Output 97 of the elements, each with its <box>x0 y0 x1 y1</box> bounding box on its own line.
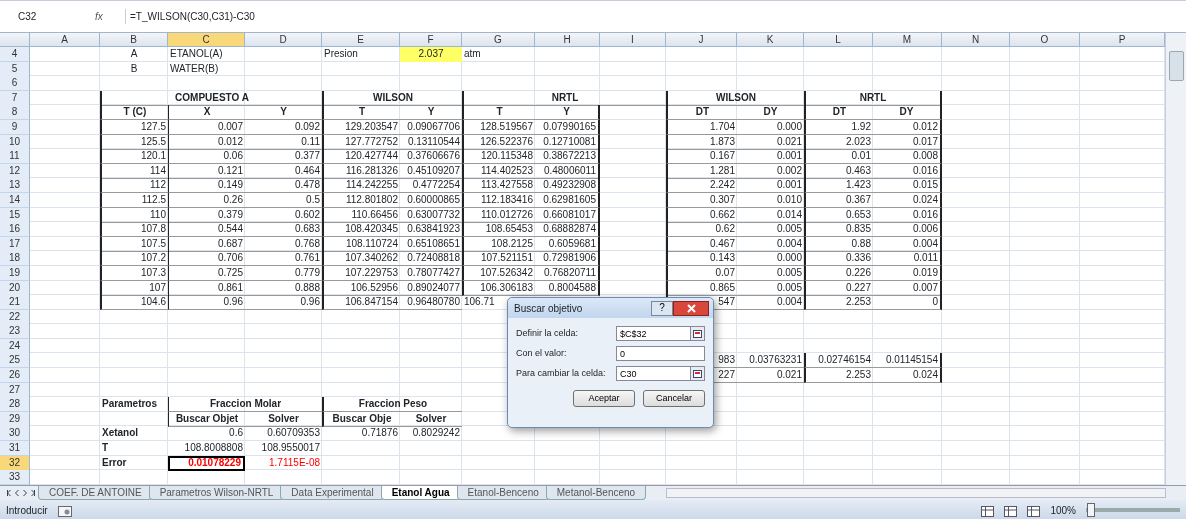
input-field[interactable]: 0 <box>616 346 705 361</box>
table-cell: 0.379 <box>168 207 245 223</box>
table-cell-text: 108.9550017 <box>260 441 321 456</box>
table-cell: 106.71 <box>464 296 495 308</box>
table-cell-text: 1.7115E-08 <box>268 455 321 470</box>
table-cell: 0.09067706 <box>400 119 462 135</box>
ok-button[interactable]: Aceptar <box>573 390 635 407</box>
row-header[interactable]: 28 <box>0 397 30 413</box>
table-cell: 0.687 <box>168 236 245 252</box>
table-cell: 0.092 <box>245 119 322 135</box>
horizontal-scrollbar[interactable] <box>666 487 1166 498</box>
row-header[interactable]: 11 <box>0 149 30 165</box>
table-cell-text: WATER(B) <box>169 61 220 76</box>
cell-cursor[interactable]: 0.01078229 <box>168 455 245 471</box>
table-cell: 0.45109207 <box>400 163 462 179</box>
table-cell-text: Presion <box>323 47 359 61</box>
table-cell-text: 0.60709353 <box>266 426 321 441</box>
field-label: Definir la celda: <box>516 326 580 340</box>
table-cell-text: 0.8029242 <box>411 426 461 441</box>
input-field[interactable]: $C$32 <box>616 326 691 341</box>
table-cell: 0.000 <box>737 119 804 135</box>
formula-field[interactable]: =T_WILSON(C30,C31)-C30 <box>125 9 1186 24</box>
table-cell: 0.5 <box>245 192 322 208</box>
row-header[interactable]: 8 <box>0 105 30 121</box>
status-mode: Introducir <box>6 503 48 518</box>
column-header[interactable]: C <box>168 33 245 47</box>
table-cell-text: T <box>101 441 110 456</box>
table-cell: 0.26 <box>168 192 245 208</box>
table-cell: 0.002 <box>737 163 804 179</box>
table-cell: 0.014 <box>737 207 804 223</box>
row-header[interactable]: 23 <box>0 324 30 340</box>
help-button[interactable]: ? <box>651 300 673 316</box>
range-picker-button[interactable] <box>691 366 705 381</box>
cancel-button[interactable]: Cancelar <box>643 390 705 407</box>
zoom-slider-thumb[interactable] <box>1086 503 1095 518</box>
table-cell-text: Xetanol <box>101 426 140 441</box>
next-sheet-icon[interactable] <box>30 488 36 497</box>
range-picker-button[interactable] <box>691 326 705 341</box>
row-header[interactable]: 31 <box>0 441 30 457</box>
table-cell: Solver <box>400 411 462 427</box>
previous-sheet-icon[interactable] <box>6 488 12 497</box>
zoom-level[interactable]: 100% <box>1050 502 1076 518</box>
row-header[interactable]: 33 <box>0 470 30 486</box>
table-cell-text: ETANOL(A) <box>169 47 224 61</box>
table-cell: 0.004 <box>737 236 804 252</box>
table-cell: 0.602 <box>245 207 322 223</box>
table-cell: 0.11 <box>245 134 322 150</box>
row-header[interactable]: 30 <box>0 426 30 442</box>
table-cell-text: A <box>129 47 139 61</box>
close-button[interactable] <box>673 300 709 316</box>
table-cell: 0.779 <box>245 265 322 281</box>
table-cell: 0.768 <box>245 236 322 252</box>
table-cell: 0.464 <box>245 163 322 179</box>
table-cell: 0.725 <box>168 265 245 281</box>
table-cell-text: 0.6 <box>228 426 244 441</box>
table-cell-text: Parametros <box>101 397 159 412</box>
table-cell: 0.60000865 <box>400 192 462 208</box>
table-cell: 0.021 <box>737 134 804 150</box>
table-cell: Buscar Objet <box>168 411 245 427</box>
row-header[interactable]: 13 <box>0 178 30 194</box>
table-cell: 0.121 <box>168 163 245 179</box>
table-cell-text: 108.8008808 <box>183 441 244 456</box>
scrollbar-thumb[interactable] <box>1168 51 1184 81</box>
name-box[interactable]: C32 <box>0 9 95 24</box>
function-label[interactable]: fx <box>95 9 125 24</box>
row-header[interactable]: 26 <box>0 368 30 384</box>
row-header[interactable]: 6 <box>0 76 30 92</box>
row-header[interactable]: 4 <box>0 47 30 62</box>
table-cell: 0.89024077 <box>400 280 462 296</box>
table-cell: 0.007 <box>168 119 245 135</box>
field-label: Con el valor: <box>516 346 568 360</box>
table-cell: 0.63007732 <box>400 207 462 223</box>
sheet-tab[interactable]: Metanol-Benceno <box>545 485 647 500</box>
table-cell-text: 0.71876 <box>360 426 399 441</box>
row-header[interactable]: 25 <box>0 353 30 369</box>
close-icon <box>686 303 696 313</box>
row-header[interactable]: 21 <box>0 295 30 311</box>
row-header[interactable]: 18 <box>0 251 30 267</box>
table-cell-text: atm <box>463 47 482 61</box>
table-cell: 0.861 <box>168 280 245 296</box>
table-cell: 0.13110544 <box>400 134 462 150</box>
table-cell: 0.012 <box>168 134 245 150</box>
table-cell: 2.037 <box>400 47 462 62</box>
table-cell-text: B <box>129 61 139 76</box>
field-label: Para cambiar la celda: <box>516 366 607 380</box>
table-cell: 0.78077427 <box>400 265 462 281</box>
dialog-title: Buscar objetivo <box>514 301 583 316</box>
table-cell: Solver <box>245 411 322 427</box>
table-cell: 0.010 <box>737 192 804 208</box>
table-cell: 0.65108651 <box>400 236 462 252</box>
row-header[interactable]: 16 <box>0 222 30 238</box>
table-cell: 0.005 <box>737 265 804 281</box>
table-cell-text: Error <box>101 455 128 470</box>
input-field[interactable]: C30 <box>616 366 691 381</box>
table-cell: 0.888 <box>245 280 322 296</box>
table-cell: 0.005 <box>737 280 804 296</box>
table-cell-text: 0.01078229 <box>187 455 241 470</box>
